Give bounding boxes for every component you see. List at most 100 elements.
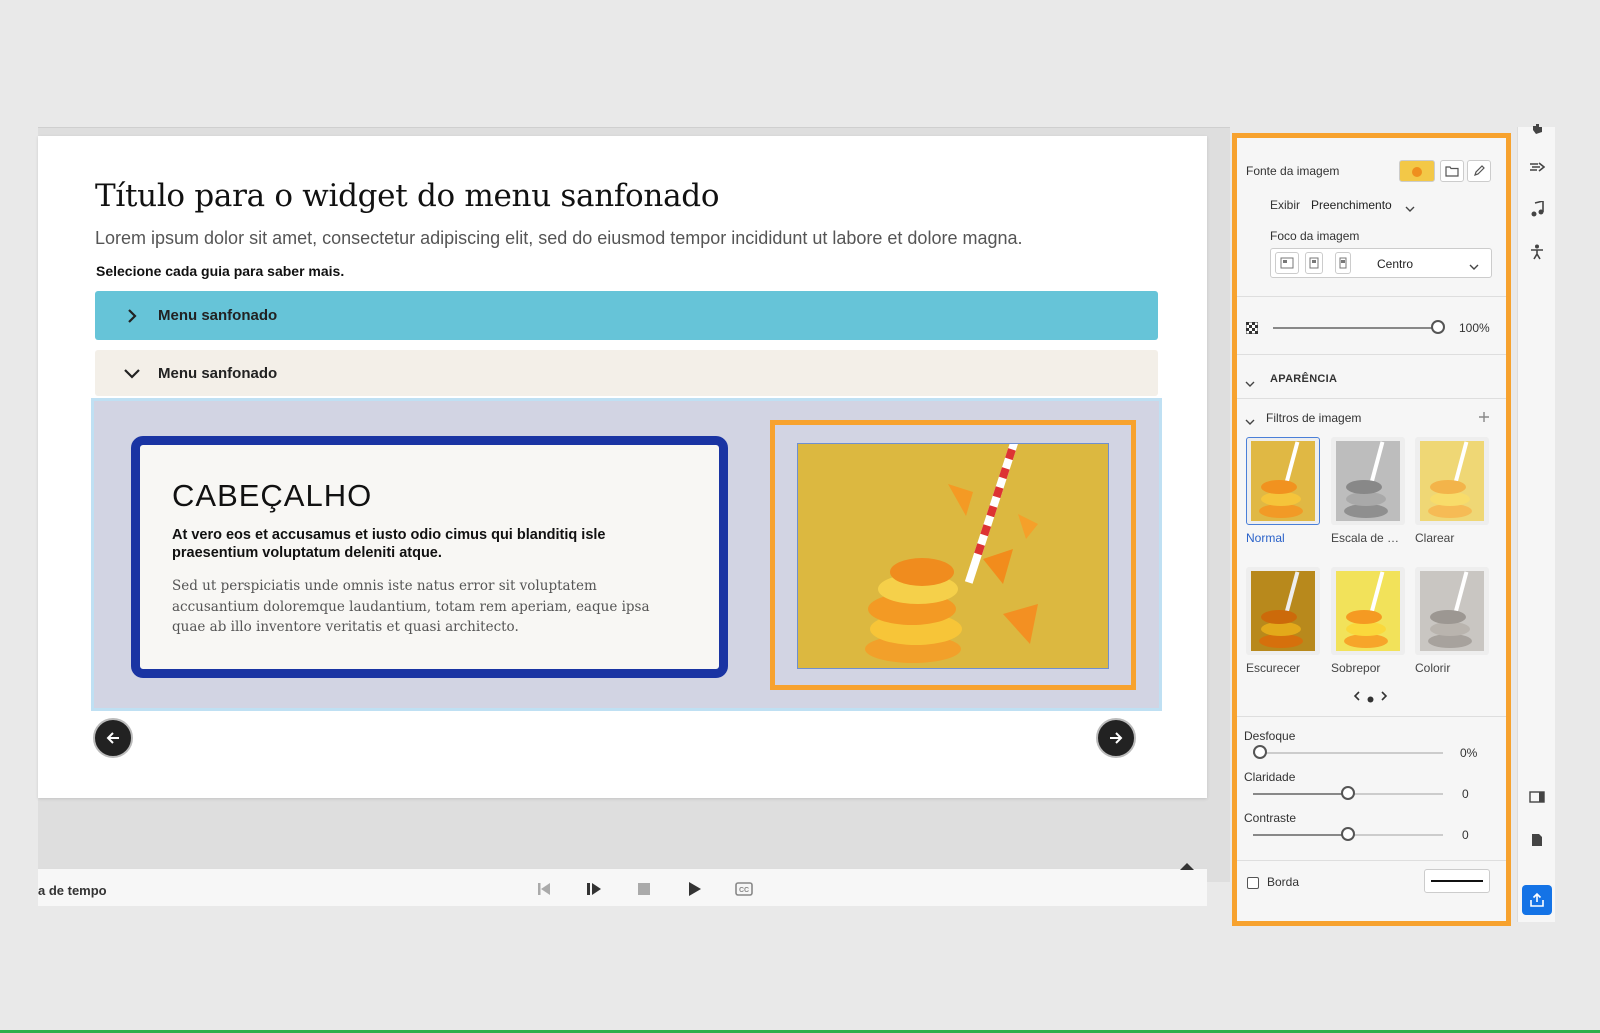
divider: [1237, 296, 1506, 297]
slide-subtitle[interactable]: Lorem ipsum dolor sit amet, consectetur …: [95, 228, 1023, 249]
accordion-item-label: Menu sanfonado: [158, 364, 278, 382]
slide: Título para o widget do menu sanfonado L…: [38, 136, 1207, 798]
publish-share-button[interactable]: [1522, 885, 1552, 915]
previous-button[interactable]: [93, 718, 133, 758]
filter-thumbnail: [1415, 437, 1489, 525]
timeline-bar: a de tempo CC: [38, 863, 1207, 906]
filter-name: Sobrepor: [1331, 661, 1381, 675]
filter-lighten[interactable]: Clarear: [1415, 437, 1489, 545]
chevron-down-icon[interactable]: [1245, 413, 1255, 431]
divider: [1237, 860, 1506, 861]
properties-panel: Fonte da imagem Exibir Preenchimento Foc…: [1232, 133, 1511, 926]
chevron-left-icon[interactable]: [1353, 688, 1361, 706]
canvas-area: Título para o widget do menu sanfonado L…: [38, 127, 1230, 906]
arrow-right-icon: [1110, 732, 1123, 744]
panel-layout-icon[interactable]: [1527, 787, 1547, 807]
opacity-slider-thumb[interactable]: [1431, 320, 1445, 334]
accordion-item-1[interactable]: Menu sanfonado: [95, 291, 1158, 340]
filter-colorize[interactable]: Colorir: [1415, 567, 1489, 675]
document-icon[interactable]: [1527, 830, 1547, 850]
border-line-preview: [1431, 880, 1483, 882]
arrow-left-icon: [106, 732, 119, 744]
step-play-icon[interactable]: [583, 878, 605, 900]
filter-name: Clarear: [1415, 531, 1455, 545]
brightness-slider-fill: [1253, 793, 1348, 795]
focus-right-icon[interactable]: [1335, 252, 1351, 274]
slide-instruction[interactable]: Selecione cada guia para saber mais.: [96, 263, 344, 279]
blur-value[interactable]: 0%: [1460, 746, 1477, 760]
add-icon[interactable]: [1478, 410, 1490, 428]
card-body-text[interactable]: Sed ut perspiciatis unde omnis iste natu…: [172, 576, 682, 638]
filter-name: Escurecer: [1246, 661, 1301, 675]
filter-thumbnail: [1331, 567, 1405, 655]
divider: [1237, 354, 1506, 355]
filter-overlay[interactable]: Sobrepor: [1331, 567, 1405, 675]
brightness-value[interactable]: 0: [1462, 787, 1469, 801]
image-frame-selected[interactable]: [770, 420, 1136, 690]
animation-icon[interactable]: [1527, 157, 1547, 177]
border-label: Borda: [1267, 875, 1300, 889]
side-rail: [1517, 124, 1555, 922]
next-button[interactable]: [1096, 718, 1136, 758]
edit-pencil-icon[interactable]: [1467, 160, 1491, 182]
playback-controls: CC: [533, 878, 755, 900]
timeline-label: a de tempo: [38, 883, 107, 898]
filter-thumbnail: [1415, 567, 1489, 655]
image-filters-label[interactable]: Filtros de imagem: [1266, 411, 1361, 425]
slide-title[interactable]: Título para o widget do menu sanfonado: [95, 178, 719, 214]
contrast-slider-thumb[interactable]: [1341, 827, 1355, 841]
closed-captions-icon[interactable]: CC: [733, 878, 755, 900]
checkerboard-opacity-icon: [1245, 321, 1259, 339]
focus-label: Foco da imagem: [1270, 229, 1360, 243]
chevron-down-icon: [122, 363, 142, 383]
accordion-item-2[interactable]: Menu sanfonado: [95, 350, 1158, 396]
chevron-right-icon[interactable]: [1380, 688, 1388, 706]
folder-icon[interactable]: [1440, 160, 1464, 182]
accordion-item-label: Menu sanfonado: [158, 307, 278, 324]
music-note-icon[interactable]: [1527, 199, 1547, 219]
focus-center-icon[interactable]: [1305, 252, 1323, 274]
card-bold-text[interactable]: At vero eos et accusamus et iusto odio c…: [172, 526, 672, 562]
filter-normal[interactable]: Normal: [1246, 437, 1320, 545]
blur-slider-track[interactable]: [1253, 752, 1443, 754]
filter-thumbnail: [1246, 567, 1320, 655]
filter-name: Escala de ci...: [1331, 531, 1405, 545]
border-style-select[interactable]: [1424, 869, 1490, 893]
image-source-label: Fonte da imagem: [1246, 164, 1340, 178]
filter-name: Colorir: [1415, 661, 1451, 675]
play-icon[interactable]: [683, 878, 705, 900]
content-card[interactable]: CABEÇALHO At vero eos et accusamus et iu…: [131, 436, 728, 678]
chevron-right-icon: [122, 306, 142, 326]
orange-slices-image[interactable]: [797, 443, 1109, 669]
contrast-label: Contraste: [1244, 811, 1297, 825]
contrast-value[interactable]: 0: [1462, 828, 1469, 842]
card-heading[interactable]: CABEÇALHO: [172, 478, 372, 514]
chevron-down-icon[interactable]: [1405, 200, 1415, 218]
chevron-down-icon[interactable]: [1469, 258, 1479, 276]
rewind-icon[interactable]: [533, 878, 555, 900]
page-dot-icon[interactable]: [1367, 690, 1374, 708]
border-checkbox[interactable]: [1247, 877, 1259, 889]
brightness-slider-thumb[interactable]: [1341, 786, 1355, 800]
opacity-slider-track[interactable]: [1273, 327, 1433, 329]
chevron-down-icon[interactable]: [1245, 375, 1255, 393]
accordion-panel[interactable]: CABEÇALHO At vero eos et accusamus et iu…: [91, 398, 1162, 711]
focus-left-icon[interactable]: [1275, 252, 1299, 274]
filter-grayscale[interactable]: Escala de ci...: [1331, 437, 1405, 545]
opacity-value[interactable]: 100%: [1459, 321, 1490, 335]
divider: [1237, 398, 1506, 399]
blur-label: Desfoque: [1244, 729, 1296, 743]
share-icon: [1530, 892, 1544, 907]
image-source-thumbnail[interactable]: [1399, 160, 1435, 182]
accessibility-icon[interactable]: [1527, 242, 1547, 262]
appearance-section-header[interactable]: APARÊNCIA: [1270, 373, 1337, 385]
hand-icon[interactable]: [1527, 119, 1547, 139]
display-select[interactable]: Preenchimento: [1311, 198, 1392, 212]
collapse-timeline-button[interactable]: [1174, 856, 1200, 870]
svg-text:CC: CC: [739, 887, 749, 894]
blur-slider-thumb[interactable]: [1253, 745, 1267, 759]
divider: [1237, 716, 1506, 717]
filter-darken[interactable]: Escurecer: [1246, 567, 1320, 675]
focus-select[interactable]: Centro: [1377, 257, 1413, 271]
stop-icon[interactable]: [633, 878, 655, 900]
